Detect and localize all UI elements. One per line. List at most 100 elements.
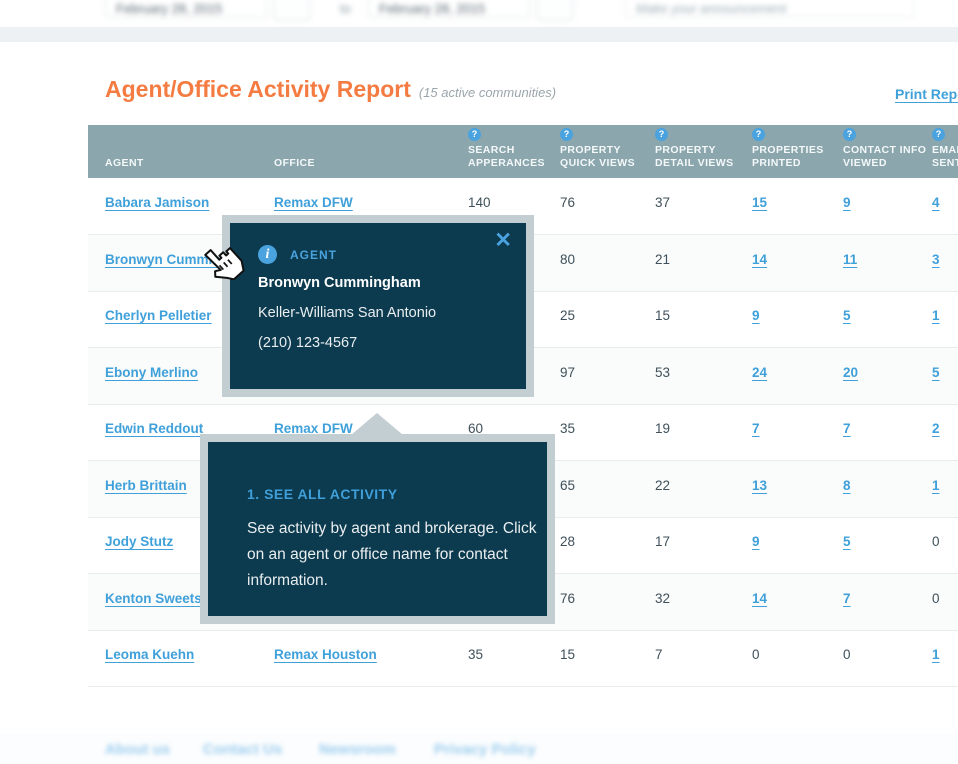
property-quick-views-value: 25: [560, 308, 575, 323]
close-icon[interactable]: ✕: [494, 229, 512, 253]
property-detail-views-value: 53: [655, 365, 670, 380]
contact-info-viewed-link[interactable]: 8: [843, 478, 851, 493]
properties-printed-link[interactable]: 24: [752, 365, 767, 380]
properties-printed-link[interactable]: 7: [752, 421, 760, 436]
properties-printed-link[interactable]: 9: [752, 534, 760, 549]
properties-printed-link[interactable]: 14: [752, 591, 767, 606]
property-quick-views-value: 76: [560, 591, 575, 606]
column-label: EMAILS SENT: [932, 144, 958, 170]
calendar-to-button[interactable]: [536, 0, 574, 21]
contact-info-viewed-link[interactable]: 5: [843, 308, 851, 323]
contact-info-viewed-link[interactable]: 20: [843, 365, 858, 380]
column-label: AGENT: [105, 157, 144, 170]
help-icon[interactable]: ?: [655, 128, 668, 141]
info-icon: i: [258, 245, 277, 264]
property-quick-views-value: 80: [560, 252, 575, 267]
contact-info-viewed-link[interactable]: 5: [843, 534, 851, 549]
emails-sent-link[interactable]: 1: [932, 478, 940, 493]
footer-link-about-us[interactable]: About us: [105, 741, 170, 758]
print-report-link[interactable]: Print Report: [895, 86, 958, 102]
contact-info-viewed-link[interactable]: 7: [843, 591, 851, 606]
property-quick-views-value: 76: [560, 195, 575, 210]
properties-printed-link[interactable]: 14: [752, 252, 767, 267]
announcement-input[interactable]: Make your announcement: [625, 0, 915, 18]
hand-cursor-icon: [200, 243, 246, 289]
emails-sent-link[interactable]: 1: [932, 308, 940, 323]
calendar-from-button[interactable]: [273, 0, 311, 21]
office-link[interactable]: Remax DFW: [274, 195, 353, 210]
emails-sent-link[interactable]: 0: [932, 534, 940, 549]
column-label: OFFICE: [274, 157, 315, 170]
footer-link-privacy-policy[interactable]: Privacy Policy: [434, 741, 536, 758]
search-appearances-value: 140: [468, 195, 491, 210]
emails-sent-link[interactable]: 3: [932, 252, 940, 267]
property-quick-views-value: 35: [560, 421, 575, 436]
agent-link[interactable]: Leoma Kuehn: [105, 647, 194, 662]
property-detail-views-value: 15: [655, 308, 670, 323]
office-link[interactable]: Remax Houston: [274, 647, 377, 662]
column-label: CONTACT INFO VIEWED: [843, 144, 928, 170]
report-title-text: Agent/Office Activity Report: [105, 76, 411, 102]
column-header-agent: AGENT: [88, 125, 274, 178]
tooltip-agent-phone: (210) 123-4567: [258, 335, 357, 351]
active-communities-subtitle: (15 active communities): [419, 85, 556, 100]
table-header: AGENT OFFICE ?SEARCH APPERANCES ?PROPERT…: [88, 125, 958, 178]
contact-info-viewed-link[interactable]: 0: [843, 647, 851, 662]
property-detail-views-value: 37: [655, 195, 670, 210]
column-header-property-detail-views: ? PROPERTY DETAIL VIEWS: [655, 125, 752, 178]
column-header-contact-info-viewed: ? CONTACT INFO VIEWED: [843, 125, 932, 178]
properties-printed-link[interactable]: 0: [752, 647, 760, 662]
date-to-input[interactable]: February 28, 2015: [368, 0, 530, 18]
agent-link[interactable]: Edwin Reddout: [105, 421, 203, 436]
emails-sent-link[interactable]: 1: [932, 647, 940, 662]
page-title: Agent/Office Activity Report (15 active c…: [105, 76, 556, 103]
properties-printed-link[interactable]: 13: [752, 478, 767, 493]
date-from-input[interactable]: February 28, 2015: [105, 0, 267, 18]
properties-printed-link[interactable]: 15: [752, 195, 767, 210]
column-label: PROPERTY DETAIL VIEWS: [655, 144, 748, 170]
emails-sent-link[interactable]: 2: [932, 421, 940, 436]
emails-sent-link[interactable]: 4: [932, 195, 940, 210]
tooltip-step-title: 1. SEE ALL ACTIVITY: [247, 486, 398, 502]
see-all-activity-tooltip: 1. SEE ALL ACTIVITY See activity by agen…: [200, 434, 555, 624]
help-icon[interactable]: ?: [932, 128, 945, 141]
date-range-to-label: to: [340, 1, 351, 16]
contact-info-viewed-link[interactable]: 11: [843, 252, 857, 267]
help-icon[interactable]: ?: [752, 128, 765, 141]
table-row: Leoma Kuehn Remax Houston 35 15 7 0 0 1: [88, 630, 958, 687]
agent-link[interactable]: Ebony Merlino: [105, 365, 198, 380]
column-header-search-appearances: ? SEARCH APPERANCES: [468, 125, 560, 178]
emails-sent-link[interactable]: 5: [932, 365, 940, 380]
emails-sent-link[interactable]: 0: [932, 591, 940, 606]
agent-link[interactable]: Cherlyn Pelletier: [105, 308, 212, 323]
help-icon[interactable]: ?: [560, 128, 573, 141]
footer-link-contact-us[interactable]: Contact Us: [203, 741, 282, 758]
properties-printed-link[interactable]: 9: [752, 308, 760, 323]
agent-link[interactable]: Jody Stutz: [105, 534, 173, 549]
column-label: PROPERTY QUICK VIEWS: [560, 144, 651, 170]
agent-link[interactable]: Babara Jamison: [105, 195, 209, 210]
property-detail-views-value: 22: [655, 478, 670, 493]
property-detail-views-value: 19: [655, 421, 670, 436]
property-detail-views-value: 17: [655, 534, 670, 549]
column-header-emails-sent: ? EMAILS SENT: [932, 125, 958, 178]
tooltip-agent-office: Keller-Williams San Antonio: [258, 305, 436, 321]
agent-contact-tooltip: i AGENT ✕ Bronwyn Cummingham Keller-Will…: [222, 215, 534, 397]
search-appearances-value: 35: [468, 647, 483, 662]
property-detail-views-value: 21: [655, 252, 670, 267]
property-quick-views-value: 15: [560, 647, 575, 662]
contact-info-viewed-link[interactable]: 9: [843, 195, 851, 210]
property-detail-views-value: 7: [655, 647, 663, 662]
help-icon[interactable]: ?: [843, 128, 856, 141]
property-quick-views-value: 28: [560, 534, 575, 549]
column-header-properties-printed: ?PROPERTIES PRINTED: [752, 125, 843, 178]
agent-link[interactable]: Herb Brittain: [105, 478, 187, 493]
column-label: SEARCH APPERANCES: [468, 144, 556, 170]
property-detail-views-value: 32: [655, 591, 670, 606]
top-form-bar: February 28, 2015 to February 28, 2015 M…: [0, 0, 958, 42]
agent-link[interactable]: Kenton Sweetser: [105, 591, 215, 606]
help-icon[interactable]: ?: [468, 128, 481, 141]
column-header-office: OFFICE: [274, 125, 468, 178]
footer-link-newsroom[interactable]: Newsroom: [319, 741, 396, 758]
contact-info-viewed-link[interactable]: 7: [843, 421, 851, 436]
